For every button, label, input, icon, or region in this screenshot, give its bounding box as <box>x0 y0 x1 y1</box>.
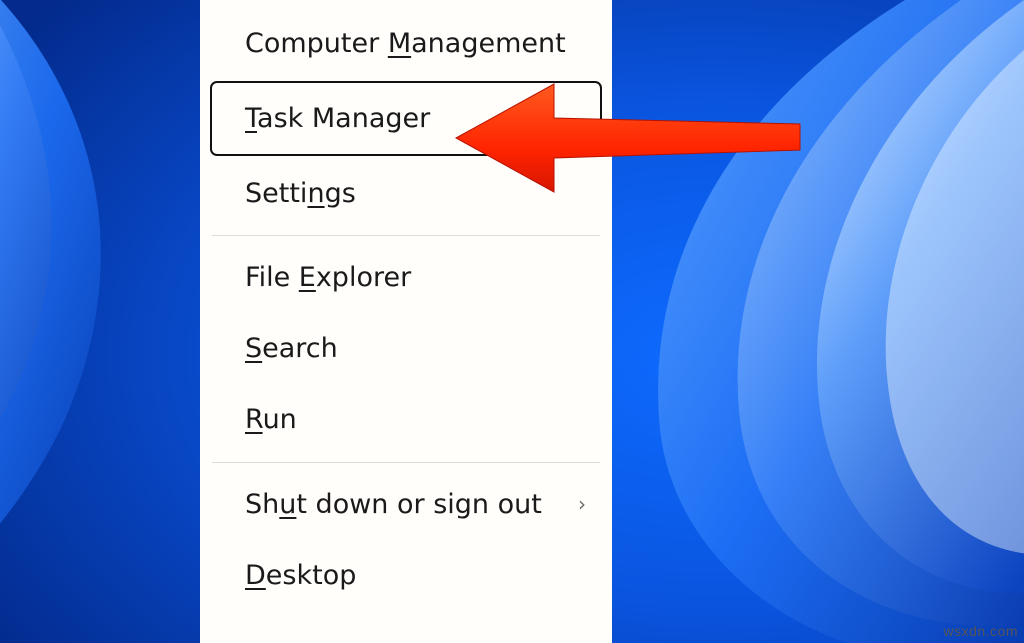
winx-context-menu: Computer ManagementTask ManagerSettings F… <box>200 0 612 643</box>
menu-separator <box>212 462 600 463</box>
menu-item-search[interactable]: Search <box>200 313 612 384</box>
menu-item-file-explorer[interactable]: File Explorer <box>200 242 612 313</box>
menu-separator <box>212 235 600 236</box>
chevron-right-icon: › <box>578 491 586 517</box>
menu-item-desktop[interactable]: Desktop <box>200 540 612 611</box>
menu-item-task-manager[interactable]: Task Manager <box>210 81 602 156</box>
menu-item-computer-management[interactable]: Computer Management <box>200 8 612 79</box>
menu-item-shut-down-or-sign-out[interactable]: Shut down or sign out› <box>200 469 612 540</box>
watermark: wsxdn.com <box>943 623 1018 639</box>
menu-item-run[interactable]: Run <box>200 384 612 455</box>
menu-item-settings[interactable]: Settings <box>200 158 612 229</box>
